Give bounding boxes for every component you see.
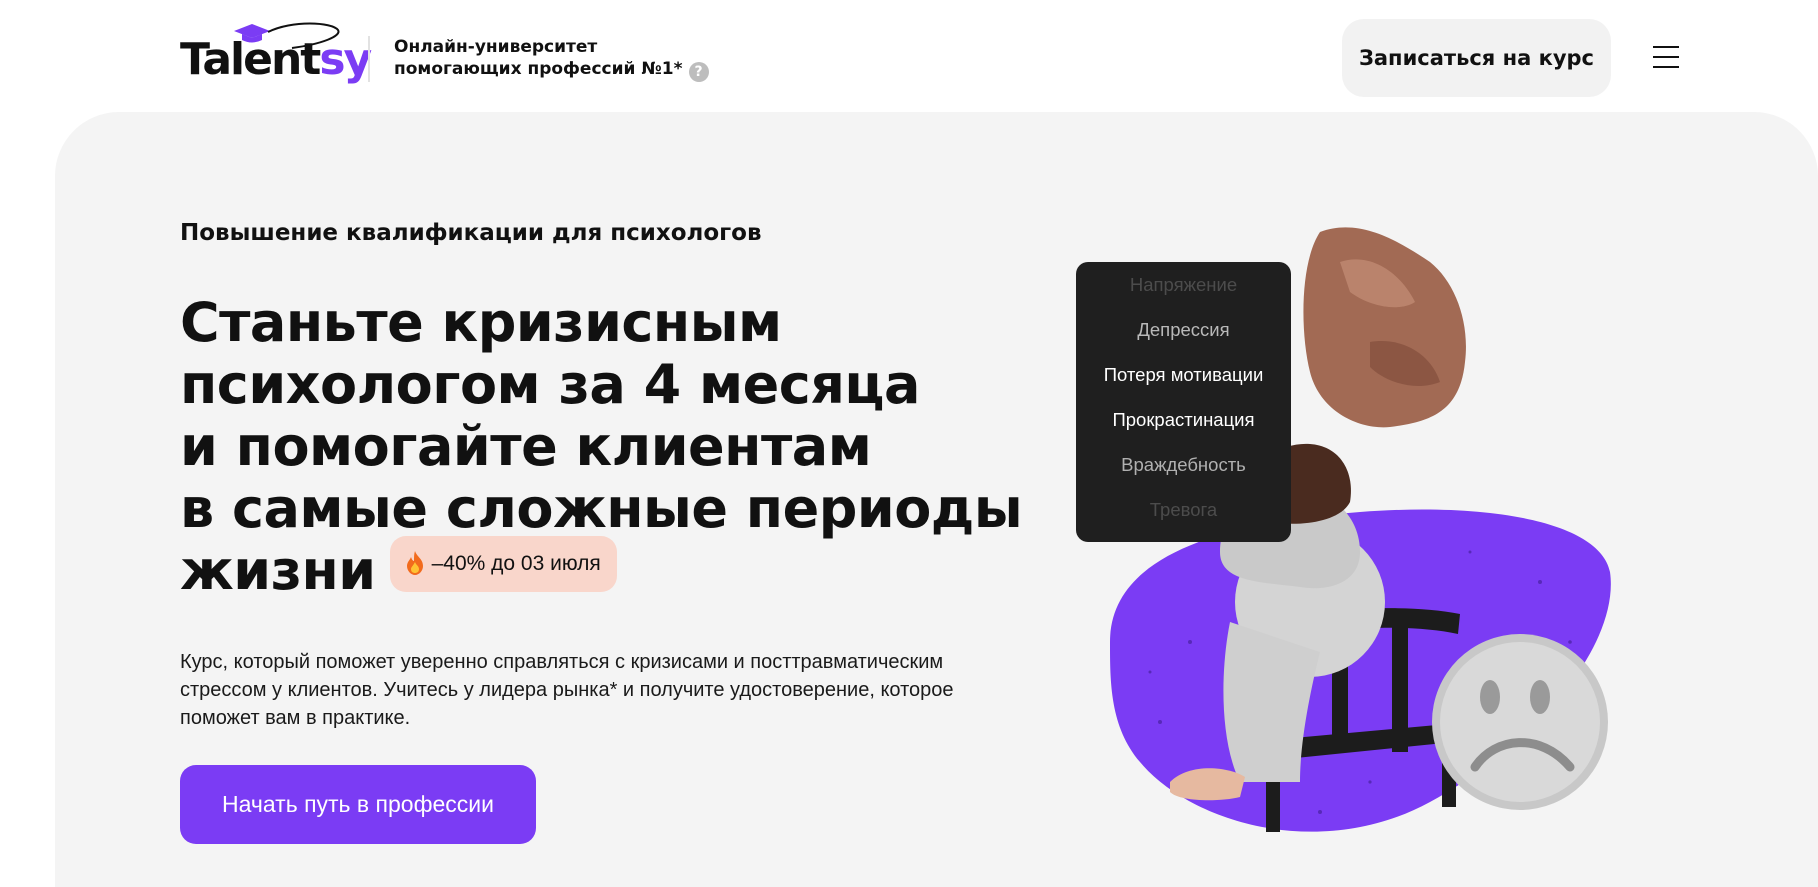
fire-icon	[406, 551, 423, 576]
state-item: Тревога	[1149, 499, 1218, 520]
title-line: и помогайте клиентам	[180, 415, 872, 478]
logo-text: Talentsy	[180, 34, 372, 85]
discount-badge: –40% до 03 июля	[389, 536, 617, 593]
title-line-last: жизни –40% до 03 июля	[180, 536, 1000, 602]
title-line: психологом за 4 месяца	[180, 353, 920, 416]
tagline: Онлайн-университет помогающих профессий …	[394, 36, 709, 82]
site-header: Talentsy Онлайн-университет помогающих п…	[0, 0, 1818, 112]
state-item: Напряжение	[1129, 274, 1238, 295]
state-item: Депрессия	[1137, 319, 1230, 340]
rock	[1303, 227, 1466, 428]
help-icon[interactable]: ?	[688, 62, 709, 82]
title-line: в самые сложные периоды	[180, 477, 1023, 540]
states-list: Напряжение Депрессия Потеря мотивации Пр…	[1076, 262, 1291, 542]
enroll-button[interactable]: Записаться на курс	[1342, 19, 1611, 97]
state-item: Прокрастинация	[1112, 409, 1255, 430]
title-line: Станьте кризисным	[180, 291, 782, 354]
discount-text: –40% до 03 июля	[431, 552, 601, 576]
tagline-line-2: помогающих профессий №1*?	[394, 58, 709, 82]
hero-illustration: Напряжение Депрессия Потеря мотивации Пр…	[1070, 222, 1670, 842]
start-career-button[interactable]: Начать путь в профессии	[180, 765, 536, 844]
hero-description: Курс, который поможет уверенно справлять…	[180, 651, 954, 729]
state-item: Потеря мотивации	[1103, 364, 1264, 385]
menu-icon[interactable]	[1653, 44, 1679, 68]
hero-title: Станьте кризисным психологом за 4 месяца…	[180, 291, 1023, 602]
state-item: Враждебность	[1121, 454, 1246, 475]
talentsy-logo[interactable]: Talentsy	[180, 22, 372, 92]
sad-face-icon	[1432, 634, 1608, 810]
header-divider	[368, 36, 370, 82]
tagline-line-1: Онлайн-университет	[394, 37, 598, 57]
hero-eyebrow: Повышение квалификации для психологов	[180, 220, 762, 246]
